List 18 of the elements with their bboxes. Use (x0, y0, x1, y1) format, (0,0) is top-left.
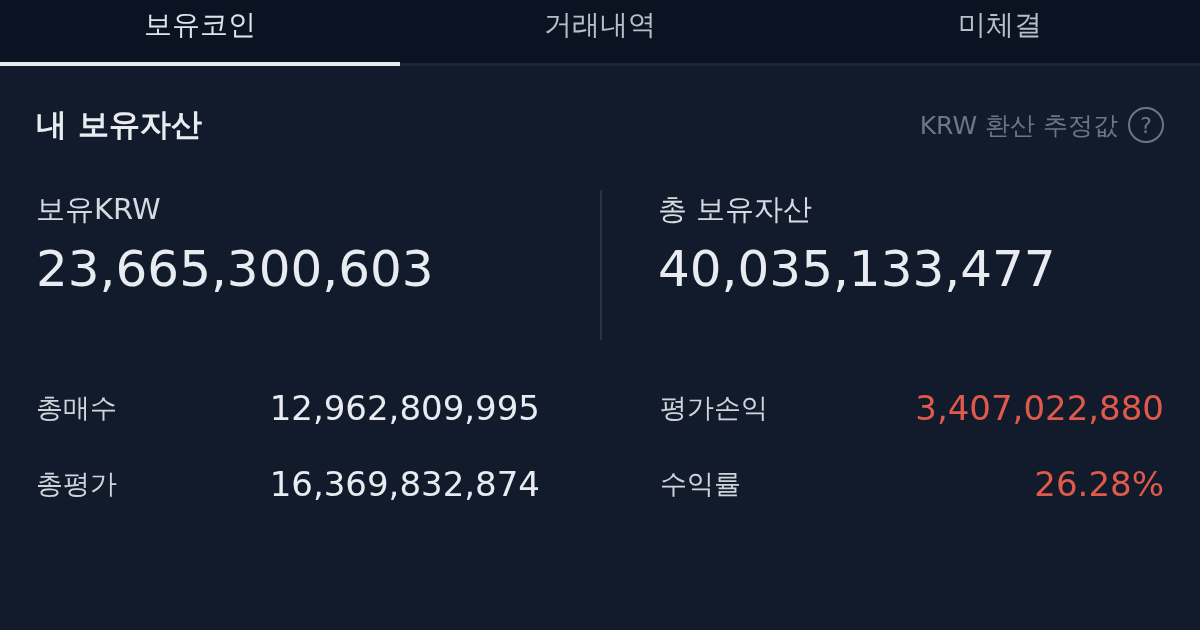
help-icon[interactable]: ? (1128, 107, 1164, 143)
section-title: 내 보유자산 (36, 105, 202, 144)
detail-label: 총매수 (36, 391, 117, 425)
detail-label: 수익률 (660, 467, 741, 501)
summary-value: 23,665,300,603 (36, 240, 435, 298)
tab[interactable]: 미체결 (800, 0, 1200, 66)
summary-label: 총 보유자산 (658, 191, 814, 228)
summary-label: 보유KRW (36, 191, 162, 228)
detail-value: 12,962,809,995 (269, 388, 540, 428)
tab[interactable]: 보유코인 (0, 0, 400, 66)
summary-value: 40,035,133,477 (658, 240, 1057, 298)
note-text: KRW 환산 추정값 (919, 109, 1118, 142)
tab[interactable]: 거래내역 (400, 0, 800, 66)
detail-label: 총평가 (36, 467, 117, 501)
detail-value: 3,407,022,880 (915, 388, 1164, 428)
detail-value: 26.28% (1034, 464, 1164, 504)
detail-label: 평가손익 (660, 391, 768, 425)
detail-value: 16,369,832,874 (269, 464, 540, 504)
